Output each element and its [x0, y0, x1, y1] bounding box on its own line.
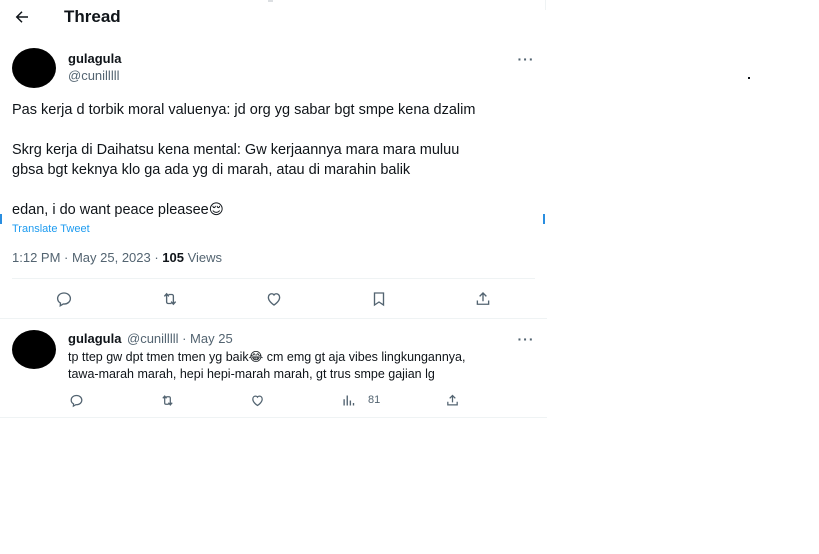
retweet-icon	[163, 292, 177, 306]
reply-author-handle[interactable]: @cunilllll · May 25	[127, 331, 233, 346]
reply-text-line: tp ttep gw dpt tmen tmen yg baik😂 cm emg…	[68, 349, 465, 364]
like-button[interactable]	[262, 288, 286, 310]
comment-icon	[56, 292, 72, 307]
more-button[interactable]: ···	[516, 331, 536, 347]
retweet-button[interactable]	[158, 288, 182, 310]
views-count: 105	[162, 250, 184, 265]
page-title: Thread	[64, 7, 121, 26]
divider	[12, 278, 535, 279]
tweet-text-line: gbsa bgt keknya klo ga ada yg di marah, …	[12, 162, 411, 178]
more-horizontal-icon: ···	[517, 51, 535, 67]
more-button[interactable]: ···	[516, 51, 536, 67]
like-button[interactable]	[245, 389, 269, 411]
share-button[interactable]	[440, 389, 464, 411]
comment-icon	[70, 394, 82, 407]
retweet-icon	[161, 394, 173, 406]
thread-header: Thread	[0, 0, 547, 34]
reply-text-part: tp ttep gw dpt tmen tmen yg baik	[68, 350, 249, 364]
translate-tweet-link[interactable]: Translate Tweet	[12, 223, 90, 235]
reply-views-count: 81	[368, 394, 381, 406]
reply-button[interactable]	[52, 288, 76, 310]
avatar[interactable]	[12, 330, 56, 369]
share-icon	[476, 292, 490, 305]
reply-text-part: cm emg gt aja vibes lingkungannya,	[263, 350, 466, 364]
arrow-left-icon	[15, 11, 28, 23]
share-button[interactable]	[471, 288, 495, 310]
reply-author-name[interactable]: gulagula	[68, 331, 121, 346]
column-edge	[545, 0, 546, 10]
relieved-emoji: 😌	[208, 202, 224, 218]
laughing-emoji: 😂	[248, 350, 264, 364]
tweet-text-line: edan, i do want peace pleasee😌	[12, 202, 224, 218]
reply-button[interactable]	[64, 389, 88, 411]
divider	[0, 417, 547, 418]
views-button[interactable]	[336, 389, 360, 411]
tweet-timestamp[interactable]: 1:12 PM · May 25, 2023 ·	[12, 250, 162, 265]
window-edge-mark	[268, 0, 273, 2]
selection-marker-left	[0, 214, 2, 224]
share-icon	[446, 394, 458, 405]
stray-dot	[748, 77, 750, 79]
tweet-text-line: Pas kerja d torbik moral valuenya: jd or…	[12, 102, 476, 118]
reply-text-line: tawa-marah marah, hepi hepi-marah marah,…	[68, 367, 435, 381]
tweet-text-final: edan, i do want peace pleasee	[12, 202, 209, 218]
retweet-button[interactable]	[155, 389, 179, 411]
author-handle[interactable]: @cunilllll	[68, 68, 120, 83]
tweet-meta: 1:12 PM · May 25, 2023 · 105 Views	[12, 250, 222, 265]
bookmark-icon	[373, 292, 385, 307]
heart-icon	[267, 293, 281, 306]
heart-icon	[251, 394, 263, 406]
more-horizontal-icon: ···	[517, 331, 535, 347]
bookmark-button[interactable]	[367, 288, 391, 310]
back-button[interactable]	[10, 6, 34, 28]
views-label: Views	[184, 250, 223, 265]
avatar[interactable]	[12, 48, 56, 88]
thread-column: Thread gulagula @cunilllll ··· Pas kerja…	[0, 0, 547, 420]
divider	[0, 318, 547, 319]
author-name[interactable]: gulagula	[68, 51, 121, 66]
selection-marker-right	[543, 214, 545, 224]
analytics-icon	[342, 395, 354, 405]
tweet-text-line: Skrg kerja di Daihatsu kena mental: Gw k…	[12, 142, 460, 158]
